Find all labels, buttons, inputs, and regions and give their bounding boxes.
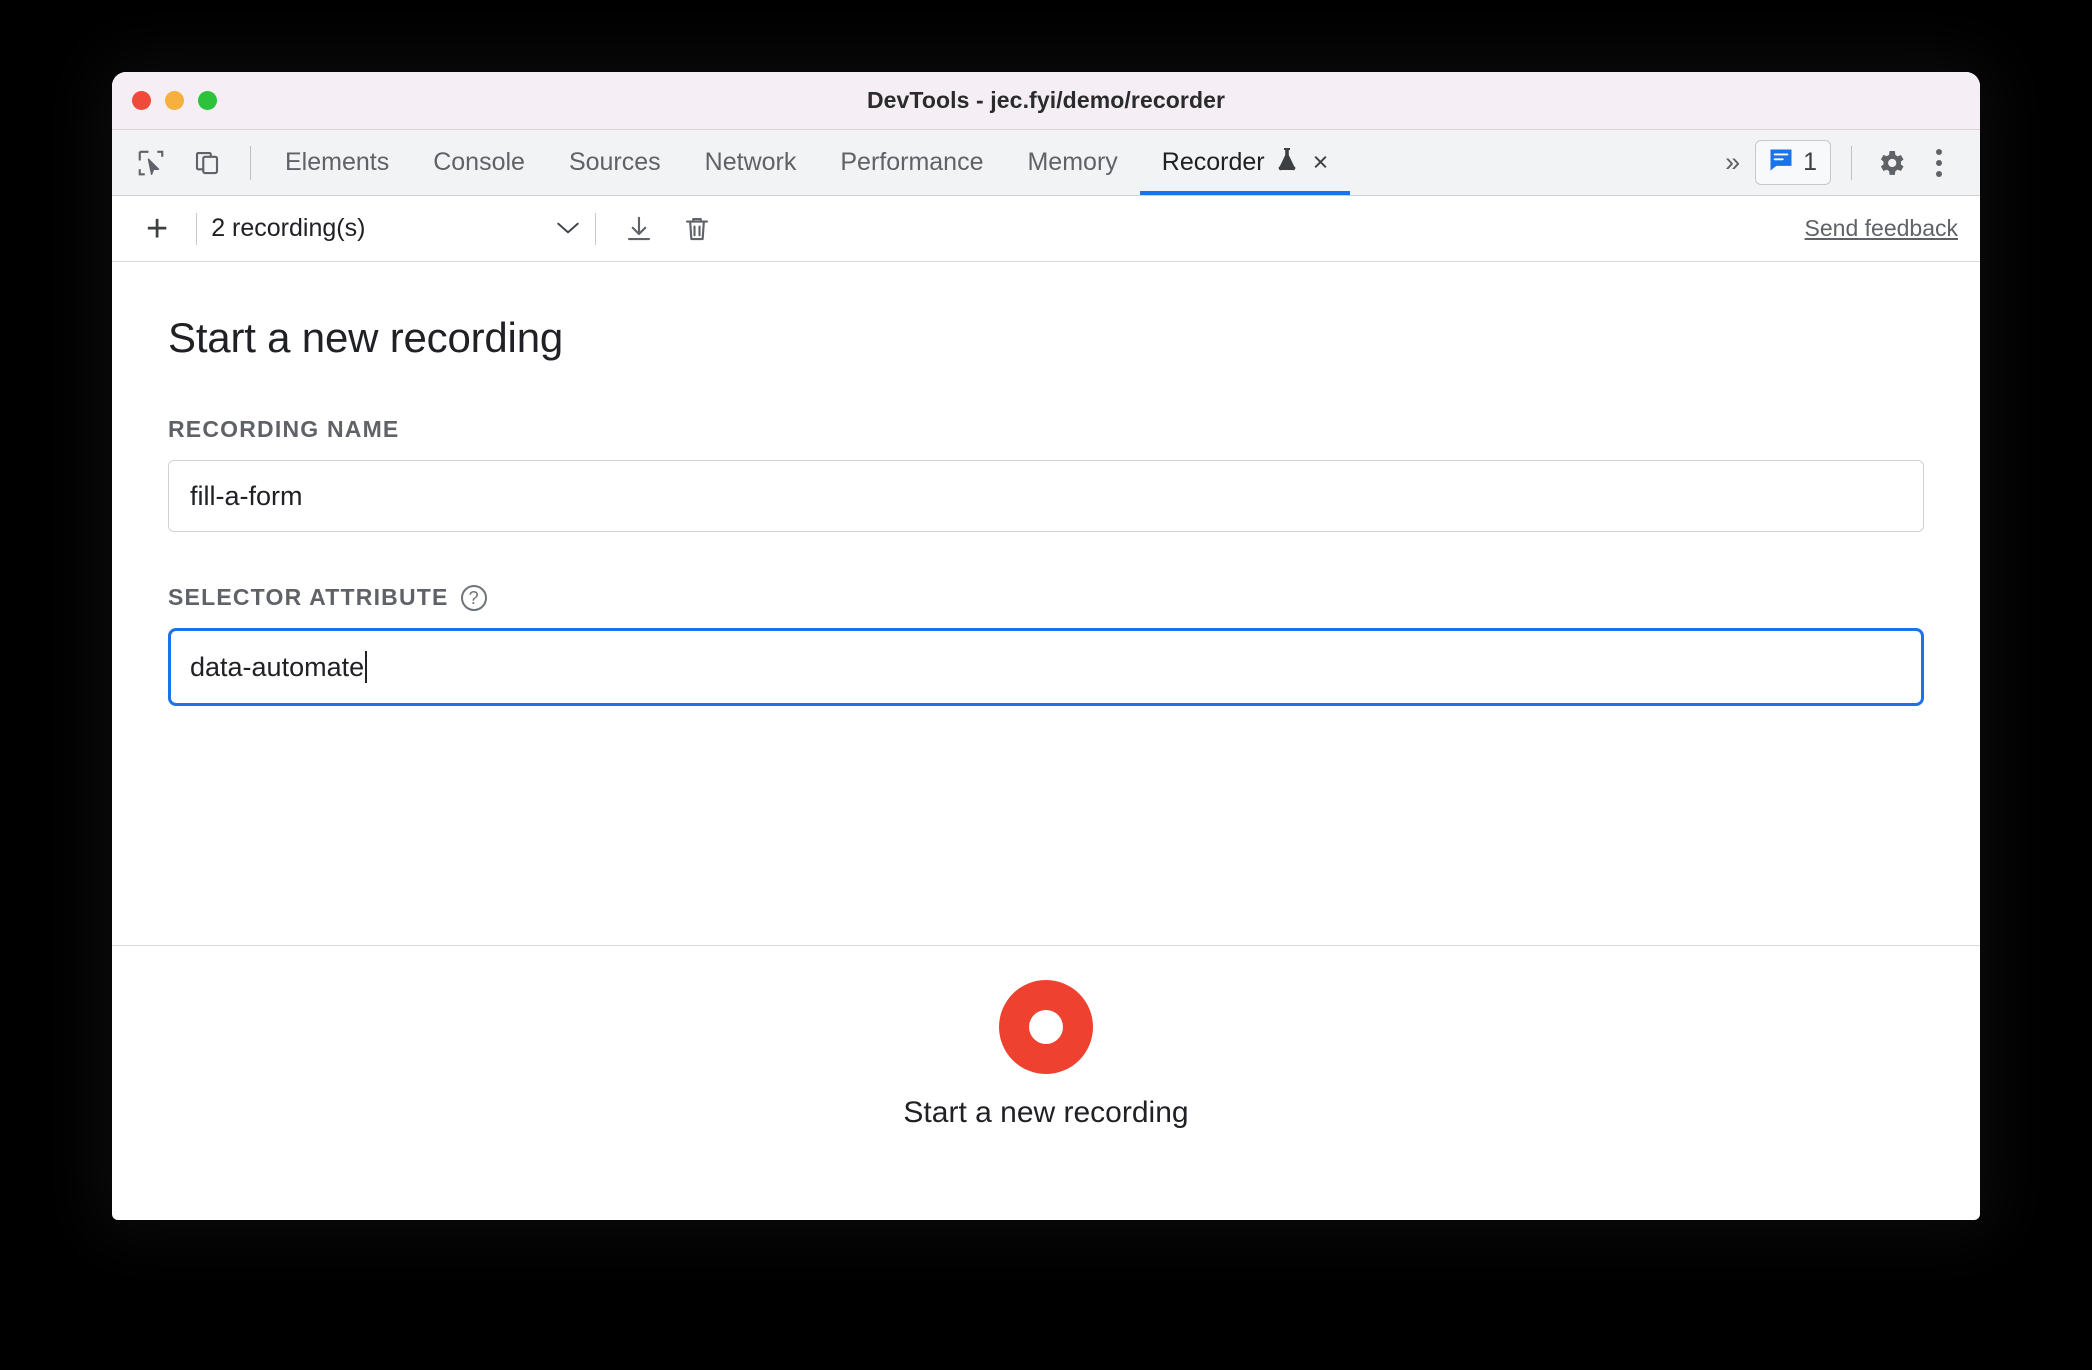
zoom-window-button[interactable] [198,91,217,110]
close-window-button[interactable] [132,91,151,110]
actions-divider [1851,145,1852,180]
tab-memory[interactable]: Memory [1005,130,1139,195]
recorder-footer: Start a new recording [112,945,1980,1163]
tab-elements[interactable]: Elements [263,130,411,195]
recorder-toolbar: + 2 recording(s) Send feedback [112,196,1980,262]
add-recording-button[interactable]: + [136,210,178,248]
text-caret [365,651,368,683]
tab-network[interactable]: Network [683,130,819,195]
recording-name-group: RECORDING NAME fill-a-form [168,416,1924,532]
tab-label: Console [433,148,525,176]
console-message-badge[interactable]: 1 [1755,140,1831,185]
three-dot-menu-icon[interactable] [1918,148,1960,177]
message-count: 1 [1803,148,1817,176]
tab-label: Performance [840,148,984,176]
tab-performance[interactable]: Performance [818,130,1005,195]
tab-sources[interactable]: Sources [547,130,683,195]
flask-icon [1275,146,1299,179]
chevron-down-icon [555,216,581,242]
devtools-tabbar: Elements Console Sources Network Perform… [112,130,1980,196]
selector-attribute-label: SELECTOR ATTRIBUTE ? [168,584,1924,611]
trash-icon[interactable] [668,214,726,244]
page-title: Start a new recording [168,314,564,361]
selector-attribute-input[interactable]: data-automate [168,628,1924,706]
selector-attribute-value: data-automate [190,651,365,682]
record-inner-hole [1029,1009,1063,1044]
tab-console[interactable]: Console [411,130,547,195]
tab-label: Memory [1027,148,1118,176]
devtools-window: DevTools - jec.fyi/demo/recorder Element… [112,72,1980,1220]
tab-label: Recorder [1161,148,1265,176]
gear-icon[interactable] [1866,138,1916,188]
screen: DevTools - jec.fyi/demo/recorder Element… [0,0,2092,1370]
label-text: SELECTOR ATTRIBUTE [168,584,449,610]
recorder-main: Start a new recording RECORDING NAME fil… [112,262,1980,945]
panel-tabs: Elements Console Sources Network Perform… [263,130,1351,195]
recording-name-input[interactable]: fill-a-form [168,460,1924,532]
tabbar-actions: » 1 [1709,130,1980,195]
device-toolbar-icon[interactable] [182,138,232,188]
tab-label: Elements [285,148,390,176]
recording-name-label: RECORDING NAME [168,416,1924,443]
traffic-lights [112,91,217,110]
window-titlebar: DevTools - jec.fyi/demo/recorder [112,72,1980,130]
recordings-select-value: 2 recording(s) [211,214,366,242]
inspect-element-icon[interactable] [126,138,176,188]
label-text: RECORDING NAME [168,416,400,442]
start-recording-label: Start a new recording [903,1095,1189,1129]
download-icon[interactable] [610,214,668,244]
selector-attribute-group: SELECTOR ATTRIBUTE ? data-automate [168,584,1924,706]
tab-label: Sources [568,148,661,176]
close-tab-button[interactable]: × [1313,149,1329,176]
recording-name-value: fill-a-form [190,480,303,511]
window-title: DevTools - jec.fyi/demo/recorder [866,87,1226,113]
more-tabs-button[interactable]: » [1709,147,1753,178]
tab-label: Network [704,148,797,176]
help-circle-icon[interactable]: ? [460,584,487,611]
toolbar-divider [595,212,597,245]
send-feedback-link[interactable]: Send feedback [1805,215,1958,242]
minimize-window-button[interactable] [165,91,184,110]
recordings-select[interactable]: 2 recording(s) [211,214,581,243]
record-circle-icon[interactable] [999,979,1093,1074]
tabbar-tools [112,130,263,195]
tab-recorder[interactable]: Recorder × [1139,130,1351,195]
toolbar-divider [250,145,251,180]
toolbar-divider [196,212,198,245]
console-message-icon [1767,146,1795,179]
